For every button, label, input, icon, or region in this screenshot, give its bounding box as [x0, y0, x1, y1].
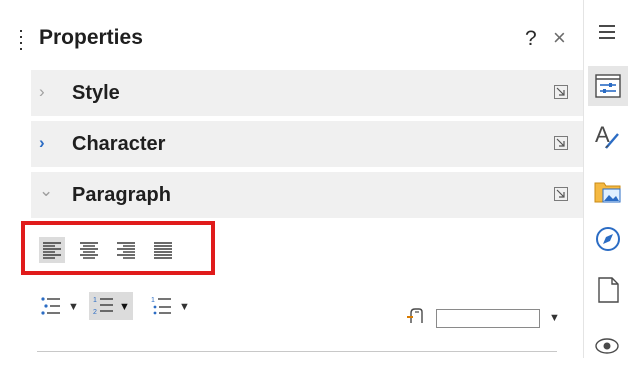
unordered-list-button[interactable] [37, 292, 65, 320]
divider [37, 351, 557, 352]
background-color-dropdown[interactable]: ▼ [549, 312, 560, 324]
tab-navigator[interactable] [588, 219, 628, 259]
page-icon [598, 277, 619, 303]
outline-list-dropdown[interactable]: ▼ [179, 301, 190, 313]
tab-gallery[interactable] [588, 171, 628, 211]
more-options-icon[interactable] [554, 136, 568, 150]
properties-icon [595, 74, 621, 98]
outline-list-button[interactable]: 1 [148, 292, 176, 320]
numbered-list-icon: 12 [93, 297, 113, 316]
deck-character-label: Character [72, 133, 166, 155]
more-options-icon[interactable] [554, 187, 568, 201]
properties-panel: Properties ? × › Style › Character ⌄ Par… [0, 0, 583, 358]
tab-style-inspector[interactable] [588, 326, 628, 366]
svg-text:1: 1 [93, 297, 97, 304]
gallery-icon [594, 182, 621, 203]
chevron-right-icon: › [39, 133, 45, 152]
ordered-list-dropdown[interactable]: ▼ [119, 301, 130, 313]
more-options-icon[interactable] [554, 85, 568, 99]
outline-list-icon: 1 [151, 297, 171, 315]
tab-properties[interactable] [588, 66, 628, 106]
deck-paragraph-label: Paragraph [72, 184, 171, 206]
styles-icon: A [595, 122, 619, 149]
deck-paragraph[interactable]: ⌄ Paragraph [31, 172, 583, 218]
svg-text:A: A [595, 122, 610, 147]
svg-text:2: 2 [93, 309, 97, 316]
sidebar-tabbar: A [583, 0, 632, 358]
panel-titlebar: Properties ? × [0, 14, 583, 70]
background-color-swatch[interactable] [436, 309, 540, 328]
sidebar-menu-icon[interactable] [599, 25, 615, 43]
highlight-annotation-box [21, 221, 215, 275]
navigator-icon [596, 227, 620, 251]
deck-style[interactable]: › Style [31, 70, 583, 116]
chevron-right-icon: › [39, 82, 45, 101]
panel-title: Properties [39, 26, 143, 49]
help-button[interactable]: ? [525, 27, 537, 51]
svg-text:1: 1 [151, 297, 155, 304]
ordered-list-button[interactable]: 12 ▼ [89, 292, 133, 320]
tab-page[interactable] [588, 270, 628, 310]
close-button[interactable]: × [553, 25, 566, 51]
chevron-down-icon: ⌄ [39, 181, 54, 200]
drag-grip-icon[interactable] [20, 30, 24, 52]
deck-style-label: Style [72, 82, 120, 104]
tab-styles[interactable]: A [588, 116, 628, 156]
background-color-icon[interactable] [405, 303, 429, 327]
style-inspector-icon [595, 338, 619, 354]
unordered-list-dropdown[interactable]: ▼ [68, 301, 79, 313]
deck-character[interactable]: › Character [31, 121, 583, 167]
bullet-list-icon [41, 297, 60, 315]
